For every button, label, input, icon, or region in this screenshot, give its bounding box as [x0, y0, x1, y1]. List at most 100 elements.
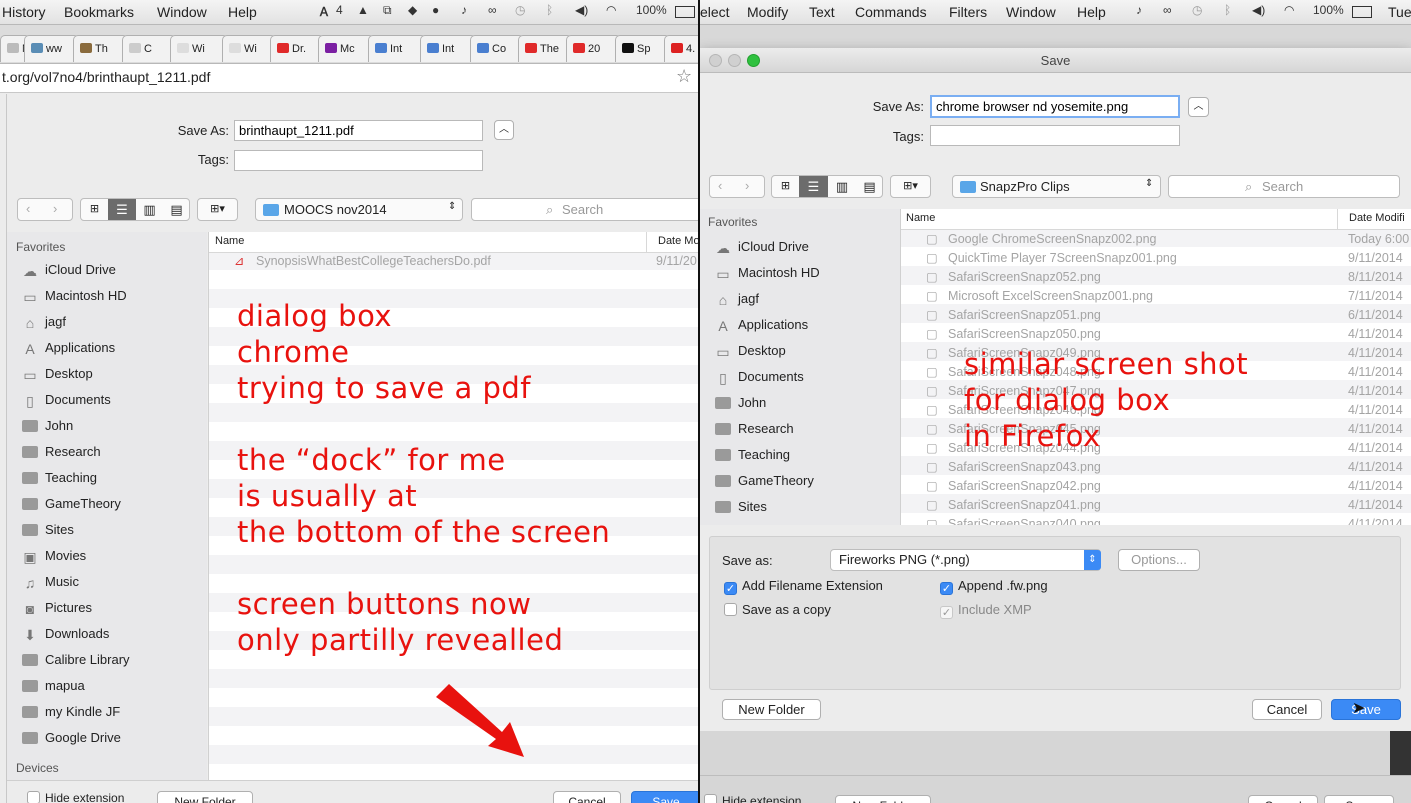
browser-tab[interactable]: Wi: [222, 35, 276, 62]
menu-select[interactable]: elect: [700, 4, 730, 20]
menu-text[interactable]: Text: [809, 4, 835, 20]
file-row[interactable]: ▢ SafariScreenSnapz052.png 8/11/2014: [901, 268, 1411, 287]
new-folder-button[interactable]: New Folder: [157, 791, 253, 803]
drive-icon[interactable]: ▲: [357, 3, 369, 17]
coverflow-view-icon[interactable]: ▤: [856, 176, 883, 197]
menu-bookmarks[interactable]: Bookmarks: [64, 4, 134, 20]
add-extension-checkbox[interactable]: ✓ Add Filename Extension: [724, 578, 883, 595]
back-icon[interactable]: ‹: [718, 178, 722, 193]
sidebar-item[interactable]: ▭ Desktop: [715, 343, 785, 359]
browser-tab[interactable]: Int: [420, 35, 476, 62]
time-machine-icon[interactable]: ◷: [515, 3, 525, 17]
sidebar-item[interactable]: GameTheory: [22, 496, 121, 511]
column-name[interactable]: Name: [906, 212, 935, 224]
save-button[interactable]: Save: [631, 791, 698, 803]
new-folder-button[interactable]: New Folder: [722, 699, 821, 720]
sidebar-item[interactable]: ☁ iCloud Drive: [22, 262, 116, 278]
sidebar-item[interactable]: ▭ Desktop: [22, 366, 92, 382]
sidebar-item[interactable]: mapua: [22, 678, 85, 693]
location-popup[interactable]: SnapzPro Clips ⇕: [952, 175, 1161, 198]
browser-tab[interactable]: ww: [24, 35, 79, 62]
icon-view-icon[interactable]: ⊞: [81, 199, 108, 220]
sidebar-item[interactable]: Research: [22, 444, 101, 459]
sidebar-item[interactable]: Teaching: [715, 447, 790, 462]
tags-input[interactable]: [930, 125, 1180, 146]
menu-window-right[interactable]: Window: [1006, 4, 1056, 20]
arrange-menu[interactable]: ⊞▾: [890, 175, 931, 198]
file-row[interactable]: ▢ SafariScreenSnapz042.png 4/11/2014: [901, 477, 1411, 496]
browser-tab[interactable]: The: [518, 35, 572, 62]
sidebar-item[interactable]: ▣ Movies: [22, 548, 86, 564]
binoculars-icon[interactable]: ∞: [1163, 3, 1172, 17]
sidebar-item[interactable]: Research: [715, 421, 794, 436]
options-button[interactable]: Options...: [1118, 549, 1200, 571]
volume-icon[interactable]: ◀): [1252, 3, 1265, 17]
sidebar-item[interactable]: ▭ Macintosh HD: [715, 265, 819, 281]
file-row[interactable]: ▢ SafariScreenSnapz043.png 4/11/2014: [901, 458, 1411, 477]
file-row[interactable]: ▢ SafariScreenSnapz040.png 4/11/2014: [901, 515, 1411, 525]
column-view-icon[interactable]: ▥: [136, 199, 163, 220]
icon-view-icon[interactable]: ⊞: [772, 176, 799, 197]
sidebar-item[interactable]: Sites: [22, 522, 74, 537]
browser-tab[interactable]: Mc: [318, 35, 374, 62]
browser-tab[interactable]: Sp: [615, 35, 670, 62]
column-date[interactable]: Date Mo: [658, 235, 698, 247]
coverflow-view-icon[interactable]: ▤: [163, 199, 190, 220]
list-view-icon[interactable]: ☰: [108, 199, 136, 220]
forward-icon[interactable]: ›: [53, 201, 57, 216]
bg-cancel-button[interactable]: Cancel: [1248, 795, 1318, 803]
save-as-input[interactable]: [930, 95, 1180, 118]
menu-help[interactable]: Help: [228, 4, 257, 20]
tags-input[interactable]: [234, 150, 483, 171]
format-popup[interactable]: Fireworks PNG (*.png) ⇕: [830, 549, 1101, 571]
evernote-icon[interactable]: ◆: [408, 3, 417, 17]
file-row[interactable]: ▢ Microsoft ExcelScreenSnapz001.png 7/11/2…: [901, 287, 1411, 306]
arrange-menu[interactable]: ⊞▾: [197, 198, 238, 221]
sidebar-item[interactable]: Teaching: [22, 470, 97, 485]
menu-help-right[interactable]: Help: [1077, 4, 1106, 20]
bg-save-button[interactable]: Save: [1324, 795, 1394, 803]
sidebar-item[interactable]: ☁ iCloud Drive: [715, 239, 809, 255]
browser-tab[interactable]: 4.: [664, 35, 698, 62]
save-button[interactable]: Save: [1331, 699, 1401, 720]
sidebar-item[interactable]: John: [715, 395, 766, 410]
column-date[interactable]: Date Modifi: [1349, 212, 1405, 224]
file-row[interactable]: ▢ SafariScreenSnapz041.png 4/11/2014: [901, 496, 1411, 515]
bluetooth-icon[interactable]: ᛒ: [546, 3, 553, 17]
save-copy-checkbox[interactable]: Save as a copy: [724, 602, 831, 617]
sidebar-item[interactable]: Calibre Library: [22, 652, 130, 667]
screen-icon[interactable]: ⧉: [383, 3, 392, 18]
sidebar-item[interactable]: Sites: [715, 499, 767, 514]
address-bar[interactable]: t.org/vol7no4/brinthaupt_1211.pdf ☆: [0, 64, 698, 93]
battery-icon[interactable]: [675, 6, 695, 18]
url-text[interactable]: t.org/vol7no4/brinthaupt_1211.pdf: [2, 69, 210, 85]
sidebar-item[interactable]: A Applications: [22, 340, 115, 356]
cancel-button[interactable]: Cancel: [1252, 699, 1322, 720]
wifi-icon[interactable]: ◠: [1284, 3, 1294, 17]
bulb-icon[interactable]: ●: [432, 3, 439, 17]
sidebar-item[interactable]: ⌂ jagf: [715, 291, 759, 307]
sidebar-item[interactable]: ▯ Documents: [715, 369, 804, 385]
bg-new-folder-button[interactable]: New Folder: [835, 795, 931, 803]
column-view-icon[interactable]: ▥: [828, 176, 856, 197]
browser-tab[interactable]: 20: [566, 35, 621, 62]
save-as-input[interactable]: [234, 120, 483, 141]
sidebar-item[interactable]: ♫ Music: [22, 574, 79, 590]
bell-icon[interactable]: ♪: [461, 3, 467, 17]
forward-icon[interactable]: ›: [745, 178, 749, 193]
wifi-icon[interactable]: ◠: [606, 3, 616, 17]
time-machine-icon[interactable]: ◷: [1192, 3, 1202, 17]
location-popup[interactable]: MOOCS nov2014 ⇕: [255, 198, 463, 221]
bg-hide-extension[interactable]: Hide extension: [704, 794, 801, 803]
browser-tab[interactable]: Th: [73, 35, 128, 62]
bell-icon[interactable]: ♪: [1136, 3, 1142, 17]
bluetooth-icon[interactable]: ᛒ: [1224, 3, 1231, 17]
sidebar-item[interactable]: ⬇ Downloads: [22, 626, 109, 642]
include-xmp-checkbox[interactable]: ✓ Include XMP: [940, 602, 1032, 619]
file-row[interactable]: ▢ SafariScreenSnapz050.png 4/11/2014: [901, 325, 1411, 344]
sidebar-item[interactable]: ⌂ jagf: [22, 314, 66, 330]
expand-dialog-button[interactable]: ︿: [1188, 97, 1209, 117]
list-view-icon[interactable]: ☰: [799, 176, 828, 197]
file-row[interactable]: ▢ QuickTime Player 7ScreenSnapz001.png 9/1…: [901, 249, 1411, 268]
star-icon[interactable]: ☆: [676, 66, 692, 87]
